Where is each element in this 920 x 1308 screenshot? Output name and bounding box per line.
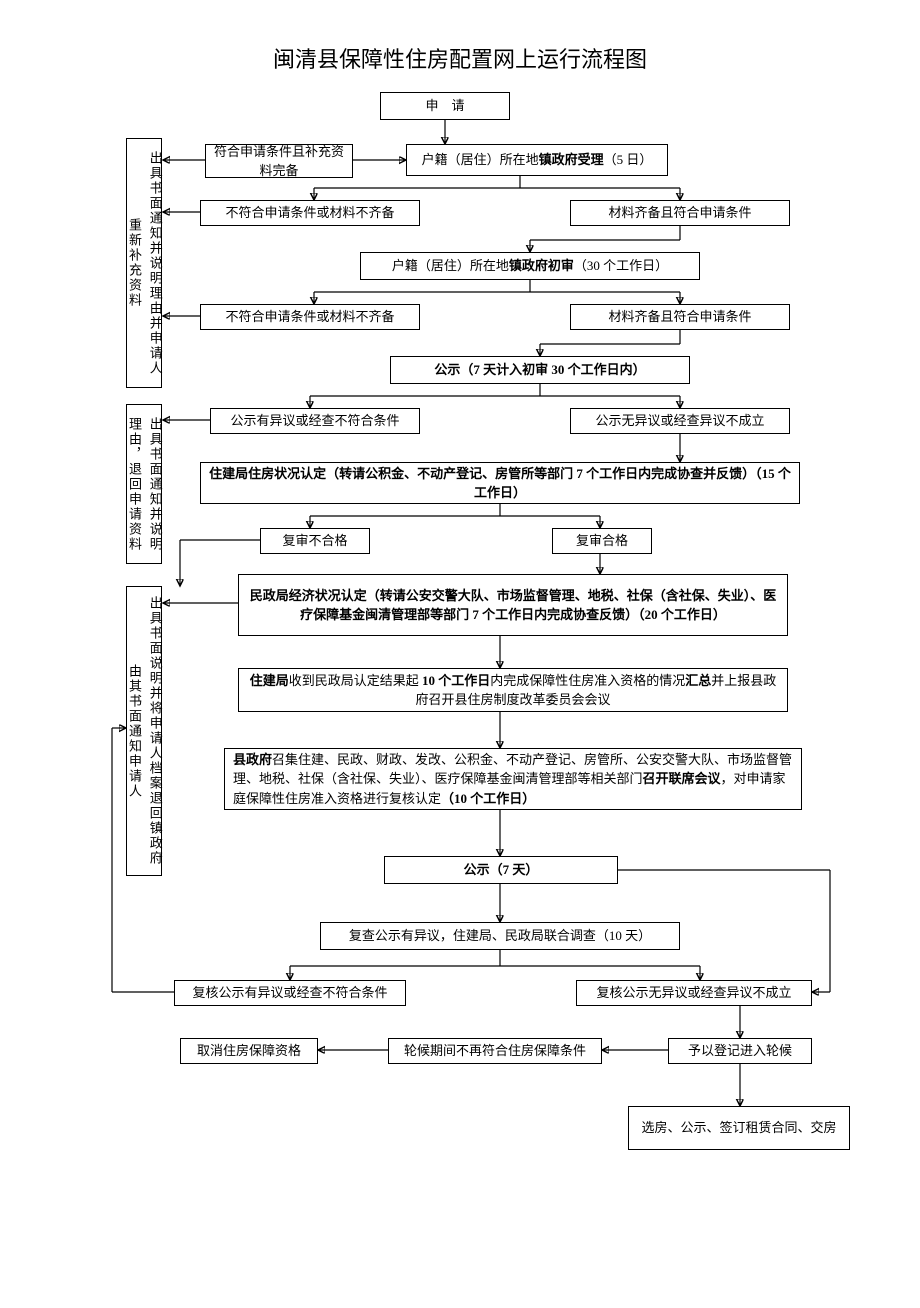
text: 公示无异议或经查异议不成立 <box>595 411 764 431</box>
node-d2: 材料齐备且符合申请条件 <box>570 304 790 330</box>
node-h1: 住建局住房状况认定（转请公积金、不动产登记、房管所等部门 7 个工作日内完成协查… <box>200 462 800 504</box>
node-d1: 材料齐备且符合申请条件 <box>570 200 790 226</box>
text: 选房、公示、签订租赁合同、交房 <box>641 1118 836 1138</box>
text: 复核公示有异议或经查不符合条件 <box>192 983 387 1003</box>
text: 县政府召集住建、民政、财政、发改、公积金、不动产登记、房管所、公安交警大队、市场… <box>233 750 793 809</box>
text: 轮候期间不再符合住房保障条件 <box>404 1041 586 1061</box>
node-p2: 轮候期间不再符合住房保障条件 <box>388 1038 602 1064</box>
node-i1: 复审不合格 <box>260 528 370 554</box>
text: 申 请 <box>425 96 464 116</box>
side-note-1: 出具书面通知并说明理由并申请人重新补充资料 <box>126 138 162 388</box>
node-p1: 取消住房保障资格 <box>180 1038 318 1064</box>
node-c1: 不符合申请条件或材料不齐备 <box>200 200 420 226</box>
text: 复审不合格 <box>282 531 347 551</box>
node-b1: 户籍（居住）所在地镇政府受理（5 日） <box>406 144 668 176</box>
node-i2: 复审合格 <box>552 528 652 554</box>
text: 出具书面通知并说明理由并申请人重新补充资料 <box>123 145 165 381</box>
text: 不符合申请条件或材料不齐备 <box>225 307 394 327</box>
text: 复查公示有异议，住建局、民政局联合调查（10 天） <box>349 926 651 946</box>
text: 住建局收到民政局认定结果起 10 个工作日内完成保障性住房准入资格的情况汇总并上… <box>247 671 779 710</box>
text: 户籍（居住）所在地镇政府初审（30 个工作日） <box>392 256 668 276</box>
node-e1: 户籍（居住）所在地镇政府初审（30 个工作日） <box>360 252 700 280</box>
node-n1: 复查公示有异议，住建局、民政局联合调查（10 天） <box>320 922 680 950</box>
node-o2: 复核公示无异议或经查异议不成立 <box>576 980 812 1006</box>
flowchart-canvas: 申 请 出具书面通知并说明理由并申请人重新补充资料 出具书面通知并说明理由，退回… <box>0 88 920 1308</box>
node-f1: 公示（7 天计入初审 30 个工作日内） <box>390 356 690 384</box>
node-g2: 公示无异议或经查异议不成立 <box>570 408 790 434</box>
text: 取消住房保障资格 <box>197 1041 301 1061</box>
node-c2: 不符合申请条件或材料不齐备 <box>200 304 420 330</box>
node-p3: 予以登记进入轮候 <box>668 1038 812 1064</box>
node-q1: 选房、公示、签订租赁合同、交房 <box>628 1106 850 1150</box>
node-start: 申 请 <box>380 92 510 120</box>
text: 住建局住房状况认定（转请公积金、不动产登记、房管所等部门 7 个工作日内完成协查… <box>209 464 791 503</box>
text: 出具书面说明并将申请人档案退回镇政府由其书面通知申请人 <box>123 593 165 869</box>
text: 公示有异议或经查不符合条件 <box>230 411 399 431</box>
text: 户籍（居住）所在地镇政府受理（5 日） <box>422 150 653 170</box>
text: 予以登记进入轮候 <box>688 1041 792 1061</box>
text: 公示（7 天计入初审 30 个工作日内） <box>434 360 645 380</box>
node-g1: 公示有异议或经查不符合条件 <box>210 408 420 434</box>
text: 复核公示无异议或经查异议不成立 <box>596 983 791 1003</box>
node-o1: 复核公示有异议或经查不符合条件 <box>174 980 406 1006</box>
node-l1: 县政府召集住建、民政、财政、发改、公积金、不动产登记、房管所、公安交警大队、市场… <box>224 748 802 810</box>
text: 材料齐备且符合申请条件 <box>608 203 751 223</box>
node-k1: 住建局收到民政局认定结果起 10 个工作日内完成保障性住房准入资格的情况汇总并上… <box>238 668 788 712</box>
text: 符合申请条件且补充资料完备 <box>214 142 344 181</box>
text: 出具书面通知并说明理由，退回申请资料 <box>123 411 165 557</box>
text: 材料齐备且符合申请条件 <box>608 307 751 327</box>
side-note-2: 出具书面通知并说明理由，退回申请资料 <box>126 404 162 564</box>
text: 不符合申请条件或材料不齐备 <box>225 203 394 223</box>
node-j1: 民政局经济状况认定（转请公安交警大队、市场监督管理、地税、社保（含社保、失业）、… <box>238 574 788 636</box>
side-note-3: 出具书面说明并将申请人档案退回镇政府由其书面通知申请人 <box>126 586 162 876</box>
text: 公示（7 天） <box>464 860 539 880</box>
node-a1: 符合申请条件且补充资料完备 <box>205 144 353 178</box>
text: 复审合格 <box>576 531 628 551</box>
page-title: 闽清县保障性住房配置网上运行流程图 <box>0 0 920 88</box>
text: 民政局经济状况认定（转请公安交警大队、市场监督管理、地税、社保（含社保、失业）、… <box>247 586 779 625</box>
node-m1: 公示（7 天） <box>384 856 618 884</box>
